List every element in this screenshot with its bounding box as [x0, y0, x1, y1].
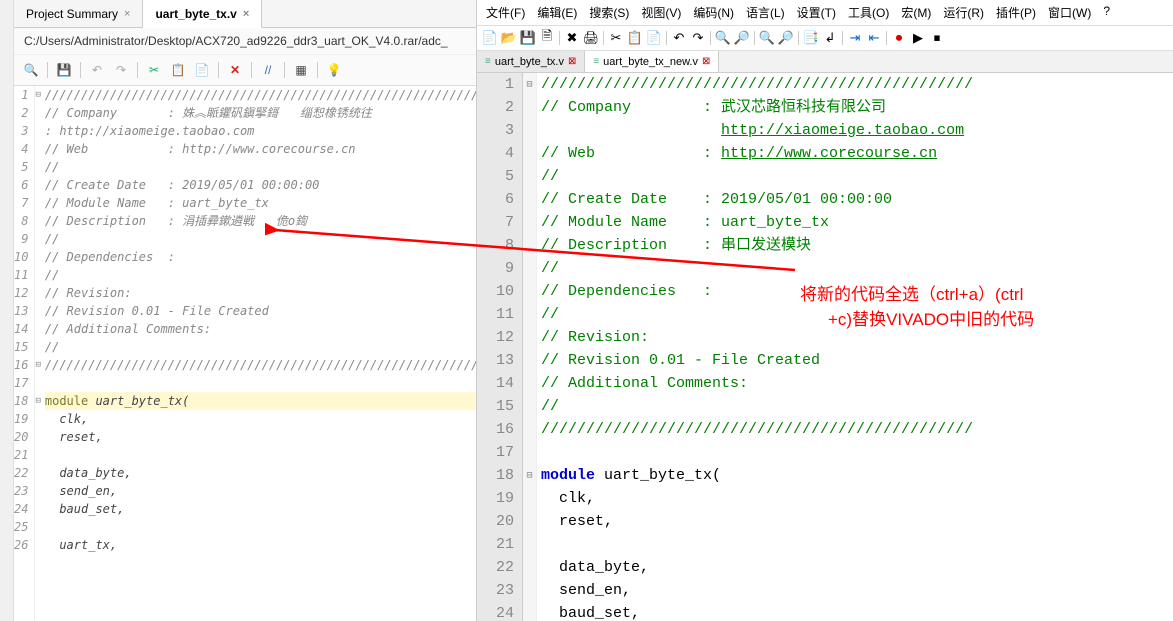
bulb-icon[interactable]: 💡	[323, 59, 345, 81]
menu-item[interactable]: 搜索(S)	[584, 2, 634, 23]
right-tab-bar: ≡uart_byte_tx.v⊠ ≡uart_byte_tx_new.v⊠	[477, 51, 1173, 73]
pilcrow-icon[interactable]: 📑	[802, 29, 820, 47]
notepad-pane: 文件(F)编辑(E)搜索(S)视图(V)编码(N)语言(L)设置(T)工具(O)…	[477, 0, 1173, 621]
menu-item[interactable]: 窗口(W)	[1043, 2, 1096, 23]
delete-icon[interactable]: ✕	[224, 59, 246, 81]
close-icon[interactable]: ×	[124, 8, 130, 20]
menu-item[interactable]: 编码(N)	[688, 2, 739, 23]
saveall-icon[interactable]: 🗎	[538, 29, 556, 47]
search-icon[interactable]: 🔍	[20, 59, 42, 81]
cut-icon[interactable]: ✂	[607, 29, 625, 47]
left-code-editor[interactable]: 1234567891011121314151617181920212223242…	[14, 86, 476, 621]
right-toolbar: 📄 📂 💾 🗎 ✖ 🖨 ✂ 📋 📄 ↶ ↷ 🔍 🔎 🔍 🔎 📑 ↲ ⇥	[477, 26, 1173, 51]
wrap-icon[interactable]: ↲	[821, 29, 839, 47]
file-path: C:/Users/Administrator/Desktop/ACX720_ad…	[14, 28, 476, 55]
menu-item[interactable]: 语言(L)	[741, 2, 790, 23]
menu-item[interactable]: ?	[1098, 2, 1115, 23]
fold-column: ⊟⊟	[523, 73, 537, 621]
comment-icon[interactable]: //	[257, 59, 279, 81]
menu-bar: 文件(F)编辑(E)搜索(S)视图(V)编码(N)语言(L)设置(T)工具(O)…	[477, 0, 1173, 26]
close-icon[interactable]: ✖	[563, 29, 581, 47]
rtab-old[interactable]: ≡uart_byte_tx.v⊠	[477, 51, 585, 72]
menu-item[interactable]: 设置(T)	[792, 2, 841, 23]
file-icon: ≡	[485, 56, 491, 67]
left-tab-bar: Project Summary× uart_byte_tx.v×	[14, 0, 476, 28]
zoom-in-icon[interactable]: 🔍	[758, 29, 776, 47]
menu-item[interactable]: 运行(R)	[938, 2, 989, 23]
menu-item[interactable]: 编辑(E)	[532, 2, 582, 23]
code-body[interactable]: ////////////////////////////////////////…	[41, 86, 476, 621]
line-numbers: 1234567891011121314151617181920212223242…	[14, 86, 35, 621]
indent-icon[interactable]: ⇥	[846, 29, 864, 47]
left-toolbar: 🔍 💾 ↶ ↷ ✂ 📋 📄 ✕ // ▦ 💡	[14, 55, 476, 86]
find-icon[interactable]: 🔍	[714, 29, 732, 47]
macro-stop-icon[interactable]: ⏹	[928, 29, 946, 47]
menu-item[interactable]: 插件(P)	[991, 2, 1041, 23]
file-icon: ≡	[593, 56, 599, 67]
close-icon[interactable]: ⊠	[702, 56, 710, 67]
redo-icon[interactable]: ↷	[689, 29, 707, 47]
macro-rec-icon[interactable]: ⏺	[890, 29, 908, 47]
cut-icon[interactable]: ✂	[143, 59, 165, 81]
vivado-editor-pane: Project Summary× uart_byte_tx.v× C:/User…	[14, 0, 477, 621]
new-icon[interactable]: 📄	[481, 29, 499, 47]
rtab-new[interactable]: ≡uart_byte_tx_new.v⊠	[585, 51, 719, 72]
close-icon[interactable]: ×	[243, 8, 249, 20]
menu-item[interactable]: 工具(O)	[843, 2, 894, 23]
undo-icon[interactable]: ↶	[86, 59, 108, 81]
paste-icon[interactable]: 📄	[191, 59, 213, 81]
macro-play-icon[interactable]: ▶	[909, 29, 927, 47]
copy-icon[interactable]: 📋	[167, 59, 189, 81]
line-numbers: 123456789101112131415161718192021222324	[477, 73, 523, 621]
menu-item[interactable]: 视图(V)	[636, 2, 686, 23]
columns-icon[interactable]: ▦	[290, 59, 312, 81]
print-icon[interactable]: 🖨	[582, 29, 600, 47]
replace-icon[interactable]: 🔎	[733, 29, 751, 47]
close-icon[interactable]: ⊠	[568, 56, 576, 67]
tab-project-summary[interactable]: Project Summary×	[14, 0, 143, 27]
save-icon[interactable]: 💾	[53, 59, 75, 81]
outdent-icon[interactable]: ⇤	[865, 29, 883, 47]
left-gutter-strip	[0, 0, 14, 621]
open-icon[interactable]: 📂	[500, 29, 518, 47]
menu-item[interactable]: 宏(M)	[896, 2, 936, 23]
zoom-out-icon[interactable]: 🔎	[777, 29, 795, 47]
undo-icon[interactable]: ↶	[670, 29, 688, 47]
menu-item[interactable]: 文件(F)	[481, 2, 530, 23]
paste-icon[interactable]: 📄	[645, 29, 663, 47]
right-code-editor[interactable]: 123456789101112131415161718192021222324 …	[477, 73, 1173, 621]
tab-uart-byte-tx[interactable]: uart_byte_tx.v×	[143, 0, 262, 28]
save-icon[interactable]: 💾	[519, 29, 537, 47]
redo-icon[interactable]: ↷	[110, 59, 132, 81]
code-body[interactable]: ////////////////////////////////////////…	[537, 73, 1173, 621]
copy-icon[interactable]: 📋	[626, 29, 644, 47]
